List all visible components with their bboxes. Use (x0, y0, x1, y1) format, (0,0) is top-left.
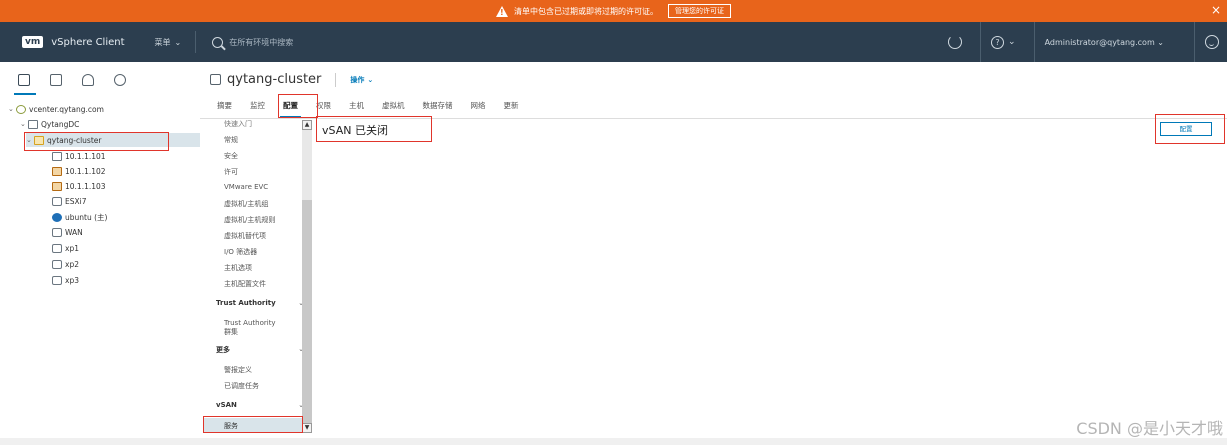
subnav-section-more[interactable]: 更多 ⌄ (216, 345, 304, 355)
datacenter-icon (28, 119, 38, 129)
feedback-icon[interactable] (1205, 35, 1219, 49)
scroll-up-arrow-icon[interactable]: ▲ (302, 120, 312, 130)
vms-templates-tab-icon[interactable] (50, 74, 62, 86)
subnav-item-alarm-definitions[interactable]: 警报定义 (224, 365, 252, 375)
host-warning-icon (52, 166, 62, 176)
vm-icon (52, 259, 62, 269)
menu-label: 菜单 (154, 37, 171, 47)
subnav-item-quickstart[interactable]: 快速入门 (224, 119, 252, 129)
subnav-section-trust-authority[interactable]: Trust Authority ⌄ (216, 299, 304, 307)
tree-node-vm[interactable]: ESXi7 (52, 194, 87, 208)
banner-message: 清单中包含已过期或即将过期的许可证。 (514, 6, 658, 16)
divider (1194, 22, 1195, 62)
subnav-item-general[interactable]: 常规 (224, 135, 238, 145)
tree-node-vcenter[interactable]: ⌄ vcenter.qytang.com (8, 102, 198, 116)
scroll-down-arrow-icon[interactable]: ▼ (302, 423, 312, 433)
chevron-down-icon: ⌄ (367, 75, 374, 84)
bottom-bar (0, 438, 1227, 445)
refresh-icon[interactable] (948, 35, 963, 49)
divider (980, 22, 982, 62)
host-warning-icon (52, 181, 62, 191)
annotation-box-vsan-status (316, 116, 432, 142)
cluster-icon (210, 74, 221, 85)
close-icon[interactable]: × (1211, 3, 1221, 17)
subnav-item-scheduled-tasks[interactable]: 已调度任务 (224, 381, 259, 391)
tab-networks[interactable]: 网络 (462, 100, 495, 118)
tab-monitor[interactable]: 监控 (241, 100, 274, 118)
help-menu[interactable]: ? ⌄ (991, 35, 1016, 49)
divider (195, 31, 197, 53)
global-search[interactable]: 在所有环境中搜索 (212, 36, 293, 48)
subnav-item-licensing[interactable]: 许可 (224, 167, 238, 177)
active-tab-indicator (14, 93, 36, 95)
inventory-pane: ⌄ vcenter.qytang.com ⌄ QytangDC ⌄ qytang… (0, 62, 200, 445)
page-title: qytang-cluster (227, 72, 322, 87)
tree-node-vm[interactable]: WAN (52, 225, 83, 239)
subnav-scroll-thumb[interactable] (302, 200, 312, 430)
annotation-box-cluster (24, 132, 169, 151)
subnav-item-vm-host-groups[interactable]: 虚拟机/主机组 (224, 199, 268, 209)
tree-node-host[interactable]: 10.1.1.103 (52, 179, 106, 193)
tree-node-vm[interactable]: xp2 (52, 257, 79, 271)
user-menu[interactable]: Administrator@qytang.com ⌄ (1045, 38, 1164, 47)
configure-subnav: 快速入门 常规 安全 许可 VMware EVC 虚拟机/主机组 虚拟机/主机规… (208, 119, 312, 445)
vm-icon (52, 227, 62, 237)
vm-powered-on-icon (52, 212, 62, 222)
vm-icon (52, 243, 62, 253)
tab-updates[interactable]: 更新 (495, 100, 528, 118)
vcenter-icon (16, 104, 26, 114)
annotation-box-services (203, 416, 303, 433)
subnav-section-vsan[interactable]: vSAN ⌄ (216, 401, 304, 409)
menu-dropdown[interactable]: 菜单 ⌄ (155, 37, 182, 48)
subnav-item-vm-overrides[interactable]: 虚拟机替代项 (224, 231, 266, 241)
tree-node-datacenter[interactable]: ⌄ QytangDC (20, 117, 198, 131)
annotation-box-configure-tab (278, 94, 318, 118)
subnav-item-security[interactable]: 安全 (224, 151, 238, 161)
storage-tab-icon[interactable] (82, 74, 94, 86)
vm-icon (52, 196, 62, 206)
subnav-item-vm-host-rules[interactable]: 虚拟机/主机规则 (224, 215, 275, 225)
divider (335, 72, 337, 87)
host-icon (52, 151, 62, 161)
license-warning-banner: 清单中包含已过期或即将过期的许可证。 管理您的许可证 × (0, 0, 1227, 22)
subnav-item-io-filters[interactable]: I/O 筛选器 (224, 247, 257, 257)
warning-icon (496, 5, 508, 17)
tree-node-vm[interactable]: xp3 (52, 273, 79, 287)
app-title: vSphere Client (51, 36, 125, 48)
chevron-down-icon: ⌄ (1008, 37, 1016, 47)
chevron-down-icon: ⌄ (174, 37, 182, 47)
vm-icon (52, 275, 62, 285)
manage-licenses-button[interactable]: 管理您的许可证 (668, 4, 731, 18)
search-input[interactable]: 在所有环境中搜索 (229, 37, 293, 48)
annotation-box-configure-button (1155, 114, 1225, 144)
subnav-item-evc[interactable]: VMware EVC (224, 183, 268, 191)
tree-node-host[interactable]: 10.1.1.101 (52, 149, 106, 163)
help-icon: ? (991, 35, 1005, 49)
tree-node-vm[interactable]: ubuntu (主) (52, 210, 107, 224)
subnav-item-trust-authority-line2: 群集 (224, 328, 238, 336)
vmware-logo: vm (22, 36, 44, 48)
tree-node-host[interactable]: 10.1.1.102 (52, 164, 106, 178)
networking-tab-icon[interactable] (114, 74, 126, 86)
chevron-down-icon[interactable]: ⌄ (8, 105, 16, 113)
subnav-item-host-profile[interactable]: 主机配置文件 (224, 279, 266, 289)
subnav-item-trust-authority[interactable]: Trust Authority (224, 319, 276, 327)
watermark: CSDN @是小天才哦 (1076, 419, 1223, 438)
tab-summary[interactable]: 摘要 (208, 100, 241, 118)
subnav-item-host-options[interactable]: 主机选项 (224, 263, 252, 273)
top-navbar: vm vSphere Client 菜单 ⌄ 在所有环境中搜索 ? ⌄ Admi… (0, 22, 1227, 62)
tree-node-vm[interactable]: xp1 (52, 241, 79, 255)
search-icon (212, 36, 224, 48)
chevron-down-icon[interactable]: ⌄ (20, 120, 28, 128)
divider (1033, 22, 1035, 62)
actions-menu[interactable]: 操作 ⌄ (350, 75, 373, 85)
hosts-clusters-tab-icon[interactable] (18, 74, 30, 86)
